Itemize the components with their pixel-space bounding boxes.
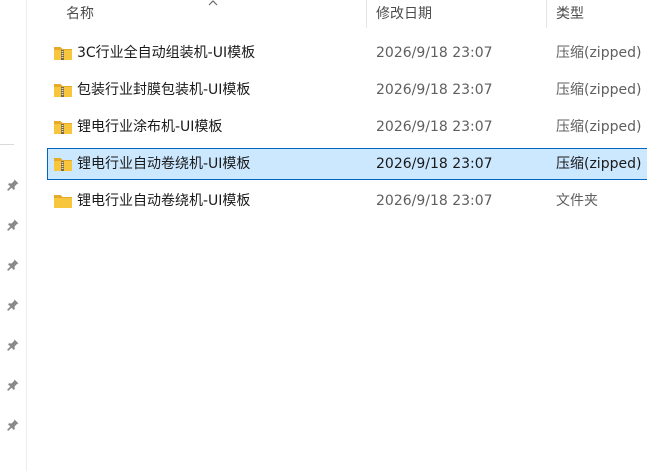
pin-icon[interactable] (6, 178, 20, 192)
file-type: 压缩(zipped) (556, 119, 642, 135)
folder-row[interactable]: 锂电行业自动卷绕机-UI模板 2026/9/18 23:07 文件夹 (47, 185, 647, 217)
file-name: 锂电行业自动卷绕机-UI模板 (77, 156, 251, 172)
column-header-type[interactable]: 类型 (556, 0, 584, 28)
zip-folder-icon (53, 156, 73, 172)
file-modified-date: 2026/9/18 23:07 (376, 156, 493, 172)
file-name: 包装行业封膜包装机-UI模板 (77, 82, 251, 98)
column-divider[interactable] (366, 0, 367, 28)
file-type: 压缩(zipped) (556, 156, 642, 172)
file-row[interactable]: 包装行业封膜包装机-UI模板 2026/9/18 23:07 压缩(zipped… (47, 74, 647, 106)
pin-icon[interactable] (6, 338, 20, 352)
nav-divider (0, 144, 14, 145)
column-header-modified[interactable]: 修改日期 (376, 0, 432, 28)
file-type: 压缩(zipped) (556, 82, 642, 98)
file-row-selected[interactable]: 锂电行业自动卷绕机-UI模板 2026/9/18 23:07 压缩(zipped… (47, 148, 647, 180)
zip-folder-icon (53, 119, 73, 135)
file-name: 3C行业全自动组装机-UI模板 (77, 45, 256, 61)
sort-ascending-icon (208, 0, 218, 6)
pin-icon[interactable] (6, 218, 20, 232)
pin-icon[interactable] (6, 258, 20, 272)
navigation-pane[interactable] (0, 0, 27, 471)
file-row[interactable]: 锂电行业涂布机-UI模板 2026/9/18 23:07 压缩(zipped) (47, 111, 647, 143)
zip-folder-icon (53, 82, 73, 98)
column-header-name[interactable]: 名称 (66, 0, 94, 28)
file-explorer-view: 名称 修改日期 类型 3C行业全自动组装机-UI模板 2026/9/18 23:… (0, 0, 647, 471)
file-modified-date: 2026/9/18 23:07 (376, 82, 493, 98)
zip-folder-icon (53, 45, 73, 61)
folder-icon (53, 193, 73, 209)
file-modified-date: 2026/9/18 23:07 (376, 193, 493, 209)
pin-icon[interactable] (6, 378, 20, 392)
file-name: 锂电行业自动卷绕机-UI模板 (77, 193, 251, 209)
column-header-bar: 名称 修改日期 类型 (26, 0, 647, 28)
file-row[interactable]: 3C行业全自动组装机-UI模板 2026/9/18 23:07 压缩(zippe… (47, 37, 647, 69)
file-type: 文件夹 (556, 193, 598, 209)
file-name: 锂电行业涂布机-UI模板 (77, 119, 223, 135)
file-modified-date: 2026/9/18 23:07 (376, 119, 493, 135)
pin-icon[interactable] (6, 298, 20, 312)
file-modified-date: 2026/9/18 23:07 (376, 45, 493, 61)
column-divider[interactable] (546, 0, 547, 28)
pin-icon[interactable] (6, 418, 20, 432)
file-type: 压缩(zipped) (556, 45, 642, 61)
